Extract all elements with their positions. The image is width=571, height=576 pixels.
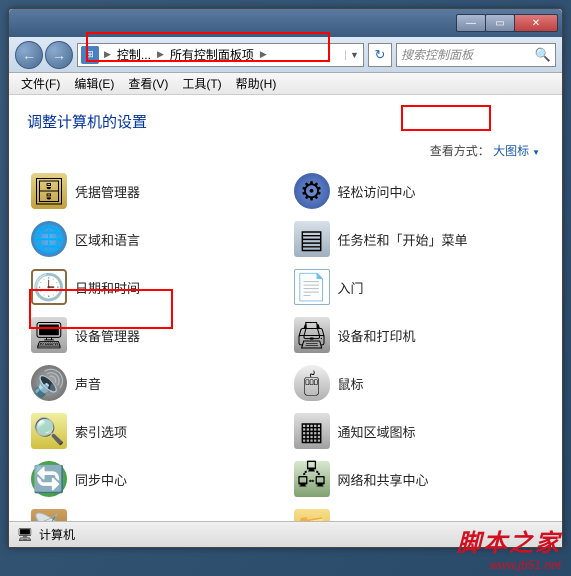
page-title: 调整计算机的设置 bbox=[27, 111, 544, 132]
cp-item-轻松访问中心[interactable]: ⚙ 轻松访问中心 bbox=[290, 167, 545, 215]
item-icon: 🖥 bbox=[31, 317, 67, 353]
item-icon: 🖨 bbox=[294, 317, 330, 353]
cp-item-设备和打印机[interactable]: 🖨 设备和打印机 bbox=[290, 311, 545, 359]
item-label: 同步中心 bbox=[75, 470, 127, 489]
item-label: 任务栏和「开始」菜单 bbox=[338, 230, 468, 249]
item-label: 设备和打印机 bbox=[338, 326, 416, 345]
view-mode-dropdown[interactable]: 大图标▼ bbox=[493, 144, 540, 158]
status-text: 计算机 bbox=[39, 526, 75, 543]
item-icon: 🔄 bbox=[31, 461, 67, 497]
item-icon: 📁 bbox=[294, 509, 330, 521]
chevron-right-icon: ▶ bbox=[155, 49, 166, 60]
search-icon[interactable]: 🔍 bbox=[535, 47, 551, 63]
forward-button[interactable]: → bbox=[45, 41, 73, 69]
nav-buttons: ← → bbox=[15, 41, 73, 69]
cp-item-通知区域图标[interactable]: ▦ 通知区域图标 bbox=[290, 407, 545, 455]
item-label: 入门 bbox=[338, 278, 364, 297]
computer-icon: 🖥 bbox=[17, 527, 33, 543]
item-label: 网络和共享中心 bbox=[338, 470, 429, 489]
control-panel-icon: ⊞ bbox=[81, 46, 99, 64]
cp-item-任务栏和「开始」菜单[interactable]: ▤ 任务栏和「开始」菜单 bbox=[290, 215, 545, 263]
cp-item-日期和时间[interactable]: 🕒 日期和时间 bbox=[27, 263, 282, 311]
item-label: 鼠标 bbox=[338, 374, 364, 393]
cp-item-网络和共享中心[interactable]: 🖧 网络和共享中心 bbox=[290, 455, 545, 503]
chevron-right-icon: ▶ bbox=[258, 49, 269, 60]
item-icon: 🌐 bbox=[31, 221, 67, 257]
watermark: 脚本之家 www.jb51.net bbox=[457, 523, 561, 572]
item-label: 日期和时间 bbox=[75, 278, 140, 297]
item-icon: 📄 bbox=[294, 269, 330, 305]
cp-item-设备管理器[interactable]: 🖥 设备管理器 bbox=[27, 311, 282, 359]
item-icon: 🖱 bbox=[294, 365, 330, 401]
breadcrumb-current[interactable]: 所有控制面板项 bbox=[166, 46, 258, 63]
item-icon: 🖧 bbox=[294, 461, 330, 497]
item-icon: 🔍 bbox=[31, 413, 67, 449]
menu-edit[interactable]: 编辑(E) bbox=[68, 73, 120, 94]
item-icon: ▤ bbox=[294, 221, 330, 257]
refresh-button[interactable]: ↻ bbox=[368, 43, 392, 67]
cp-item-同步中心[interactable]: 🔄 同步中心 bbox=[27, 455, 282, 503]
chevron-right-icon: ▶ bbox=[102, 49, 113, 60]
titlebar: — ▭ ✕ bbox=[9, 9, 562, 37]
back-button[interactable]: ← bbox=[15, 41, 43, 69]
address-dropdown[interactable]: ▼ bbox=[345, 50, 363, 60]
item-icon: 🕒 bbox=[31, 269, 67, 305]
cp-item-索引选项[interactable]: 🔍 索引选项 bbox=[27, 407, 282, 455]
content-area: 调整计算机的设置 查看方式： 大图标▼ 🗄 凭据管理器 ⚙ 轻松访问中心 🌐 区域和语言 ▤… bbox=[9, 95, 562, 521]
address-bar[interactable]: ⊞ ▶ 控制... ▶ 所有控制面板项 ▶ ▼ bbox=[77, 43, 364, 67]
view-mode-row: 查看方式： 大图标▼ bbox=[27, 142, 544, 159]
breadcrumb-root[interactable]: 控制... bbox=[113, 46, 155, 63]
items-grid: 🗄 凭据管理器 ⚙ 轻松访问中心 🌐 区域和语言 ▤ 任务栏和「开始」菜单 🕒 日期和时间 📄 入门 🖥… bbox=[27, 167, 544, 521]
menu-view[interactable]: 查看(V) bbox=[122, 73, 174, 94]
cp-item-入门[interactable]: 📄 入门 bbox=[290, 263, 545, 311]
item-label: 轻松访问中心 bbox=[338, 182, 416, 201]
item-icon: 📡 bbox=[31, 509, 67, 521]
item-label: 索引选项 bbox=[75, 422, 127, 441]
item-label: 声音 bbox=[75, 374, 101, 393]
minimize-button[interactable]: — bbox=[456, 14, 486, 32]
view-label: 查看方式： bbox=[430, 144, 490, 158]
cp-item-声音[interactable]: 🔊 声音 bbox=[27, 359, 282, 407]
cp-item-文件夹选项[interactable]: 📁文件夹选项 bbox=[290, 503, 545, 521]
menu-help[interactable]: 帮助(H) bbox=[230, 73, 283, 94]
item-label: 凭据管理器 bbox=[75, 182, 140, 201]
menubar: 文件(F) 编辑(E) 查看(V) 工具(T) 帮助(H) bbox=[9, 73, 562, 95]
item-label: 通知区域图标 bbox=[338, 422, 416, 441]
menu-file[interactable]: 文件(F) bbox=[15, 73, 66, 94]
close-button[interactable]: ✕ bbox=[514, 14, 558, 32]
chevron-down-icon: ▼ bbox=[532, 148, 540, 157]
item-label: 区域和语言 bbox=[75, 230, 140, 249]
search-placeholder: 搜索控制面板 bbox=[401, 46, 473, 63]
cp-item-凭据管理器[interactable]: 🗄 凭据管理器 bbox=[27, 167, 282, 215]
nav-row: ← → ⊞ ▶ 控制... ▶ 所有控制面板项 ▶ ▼ ↻ 搜索控制面板 🔍 bbox=[9, 37, 562, 73]
item-icon: 🔊 bbox=[31, 365, 67, 401]
maximize-button[interactable]: ▭ bbox=[485, 14, 515, 32]
item-icon: ⚙ bbox=[294, 173, 330, 209]
menu-tools[interactable]: 工具(T) bbox=[176, 73, 227, 94]
cp-item-鼠标[interactable]: 🖱 鼠标 bbox=[290, 359, 545, 407]
item-label: 设备管理器 bbox=[75, 326, 140, 345]
cp-item-区域和语言[interactable]: 🌐 区域和语言 bbox=[27, 215, 282, 263]
item-icon: ▦ bbox=[294, 413, 330, 449]
cp-item-位置和其他传感器[interactable]: 📡位置和其他传感器 bbox=[27, 503, 282, 521]
item-icon: 🗄 bbox=[31, 173, 67, 209]
search-input[interactable]: 搜索控制面板 🔍 bbox=[396, 43, 556, 67]
control-panel-window: — ▭ ✕ ← → ⊞ ▶ 控制... ▶ 所有控制面板项 ▶ ▼ ↻ 搜索控制… bbox=[8, 8, 563, 548]
